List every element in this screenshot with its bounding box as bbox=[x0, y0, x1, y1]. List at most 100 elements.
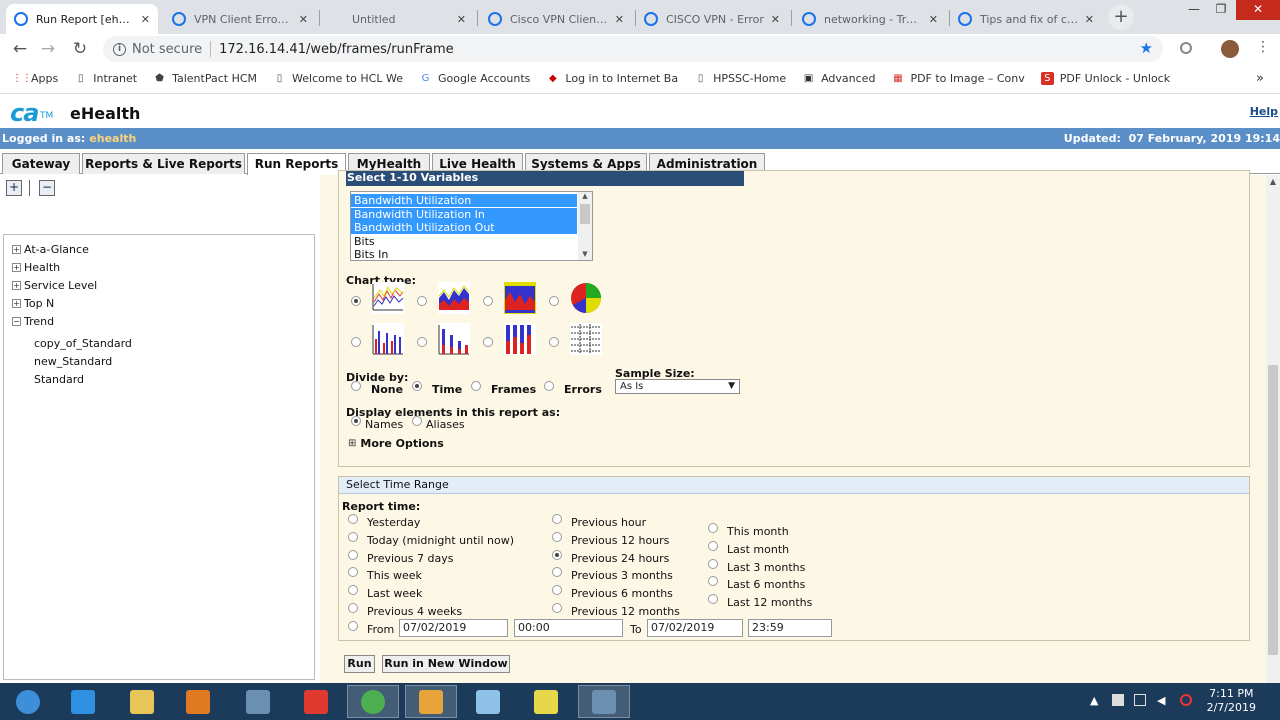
extension-icon[interactable] bbox=[1180, 42, 1192, 54]
variable-option[interactable]: Bits bbox=[351, 235, 577, 248]
taskbar-button[interactable] bbox=[116, 685, 168, 718]
collapse-icon[interactable]: − bbox=[12, 317, 21, 326]
app-tab[interactable]: Gateway bbox=[2, 153, 80, 174]
minimize-button[interactable]: — bbox=[1180, 0, 1208, 20]
chart-type-radio[interactable] bbox=[483, 337, 493, 347]
menu-icon[interactable]: ⋮ bbox=[1256, 39, 1270, 55]
display-as-radio[interactable] bbox=[412, 416, 422, 426]
time-range-radio[interactable] bbox=[348, 531, 358, 542]
taskbar-button[interactable] bbox=[290, 685, 342, 718]
column-chart-icon[interactable] bbox=[504, 323, 536, 355]
chart-type-radio[interactable] bbox=[483, 296, 493, 306]
system-clock[interactable]: 7:11 PM 2/7/2019 bbox=[1207, 687, 1256, 715]
sample-size-select[interactable]: As Is ▼ bbox=[615, 379, 740, 394]
time-range-radio[interactable] bbox=[552, 514, 562, 524]
expand-icon[interactable]: + bbox=[12, 281, 21, 290]
divide-by-radio[interactable] bbox=[412, 381, 422, 391]
divide-by-radio[interactable] bbox=[471, 381, 481, 391]
power-icon[interactable] bbox=[1180, 694, 1192, 706]
taskbar-button[interactable] bbox=[2, 685, 54, 718]
tree-node[interactable]: − Trend bbox=[12, 315, 54, 328]
time-range-radio[interactable] bbox=[552, 585, 562, 596]
maximize-button[interactable]: ❐ bbox=[1207, 0, 1235, 20]
tree-node[interactable]: + At-a-Glance bbox=[12, 243, 89, 256]
pie-chart-icon[interactable] bbox=[570, 282, 602, 314]
scroll-up-icon[interactable]: ▲ bbox=[578, 192, 592, 200]
expand-icon[interactable]: + bbox=[12, 245, 21, 254]
tab-close-icon[interactable]: ✕ bbox=[1085, 13, 1094, 26]
bookmark-item[interactable]: ▦ PDF to Image – Conv bbox=[891, 72, 1025, 85]
action-center-icon[interactable] bbox=[1112, 694, 1124, 706]
bar-chart-icon[interactable] bbox=[372, 323, 404, 355]
url-text[interactable]: 172.16.14.41/web/frames/runFrame bbox=[219, 42, 454, 57]
taskbar-button[interactable] bbox=[520, 685, 572, 718]
tree-leaf[interactable]: Standard bbox=[34, 373, 84, 386]
tree-leaf[interactable]: new_Standard bbox=[34, 355, 112, 368]
time-range-radio[interactable] bbox=[348, 514, 358, 524]
tab-close-icon[interactable]: ✕ bbox=[929, 13, 938, 26]
bookmark-star-icon[interactable]: ★ bbox=[1140, 39, 1153, 57]
reload-button[interactable]: ↻ bbox=[70, 39, 90, 59]
bookmark-item[interactable]: S PDF Unlock - Unlock bbox=[1040, 72, 1170, 85]
variable-option[interactable]: Bandwidth Utilization In bbox=[351, 207, 577, 221]
bookmark-item[interactable]: ▯ Intranet bbox=[74, 72, 137, 85]
time-range-radio[interactable] bbox=[552, 531, 562, 542]
time-range-radio[interactable] bbox=[552, 567, 562, 578]
time-range-radio[interactable] bbox=[552, 603, 562, 613]
tab-close-icon[interactable]: ✕ bbox=[457, 13, 466, 26]
from-date-input[interactable]: 07/02/2019 bbox=[399, 619, 508, 637]
time-range-radio[interactable] bbox=[348, 567, 358, 578]
expand-icon[interactable]: + bbox=[12, 299, 21, 308]
browser-tab[interactable]: Run Report [ehealth] ✕ bbox=[6, 4, 158, 34]
line-chart-icon[interactable] bbox=[372, 282, 404, 314]
chart-type-radio[interactable] bbox=[549, 337, 559, 347]
tray-overflow-icon[interactable]: ▲ bbox=[1090, 694, 1098, 707]
divide-by-radio[interactable] bbox=[544, 381, 554, 391]
page-scroll-up-icon[interactable]: ▲ bbox=[1266, 177, 1280, 186]
variables-scroll-thumb[interactable] bbox=[580, 204, 590, 224]
browser-tab[interactable]: networking - Troub ✕ bbox=[794, 4, 946, 34]
tree-node[interactable]: + Service Level bbox=[12, 279, 97, 292]
run-new-window-button[interactable]: Run in New Window bbox=[382, 655, 510, 673]
tree-node[interactable]: + Top N bbox=[12, 297, 54, 310]
taskbar-button[interactable] bbox=[172, 685, 224, 718]
taskbar-button[interactable] bbox=[578, 685, 630, 718]
display-as-radio[interactable] bbox=[351, 416, 361, 426]
tab-close-icon[interactable]: ✕ bbox=[299, 13, 308, 26]
custom-range-radio[interactable] bbox=[348, 621, 358, 631]
expand-icon[interactable]: + bbox=[12, 263, 21, 272]
bookmark-item[interactable]: ▯ Welcome to HCL We bbox=[273, 72, 403, 85]
time-range-radio[interactable] bbox=[552, 549, 562, 560]
time-range-radio[interactable] bbox=[348, 585, 358, 596]
time-range-radio[interactable] bbox=[348, 549, 358, 560]
chart-type-radio[interactable] bbox=[549, 296, 559, 306]
divide-by-radio[interactable] bbox=[351, 381, 361, 391]
time-range-radio[interactable] bbox=[708, 594, 718, 605]
time-range-radio[interactable] bbox=[708, 558, 718, 569]
tree-leaf[interactable]: copy_of_Standard bbox=[34, 337, 132, 350]
back-button[interactable]: ← bbox=[10, 39, 30, 59]
profile-avatar[interactable] bbox=[1221, 40, 1239, 58]
tab-close-icon[interactable]: ✕ bbox=[615, 13, 624, 26]
variable-option[interactable]: Bandwidth Utilization Out bbox=[351, 221, 577, 234]
chart-type-radio[interactable] bbox=[351, 337, 361, 347]
chart-type-radio[interactable] bbox=[417, 296, 427, 306]
table-chart-icon[interactable] bbox=[570, 323, 602, 355]
taskbar-button[interactable] bbox=[462, 685, 514, 718]
help-link[interactable]: Help bbox=[1250, 105, 1278, 118]
info-icon[interactable]: i bbox=[113, 42, 126, 56]
scroll-down-icon[interactable]: ▼ bbox=[578, 250, 592, 258]
run-button[interactable]: Run bbox=[344, 655, 375, 673]
new-tab-button[interactable]: + bbox=[1108, 4, 1134, 30]
bookmark-item[interactable]: G Google Accounts bbox=[419, 72, 531, 85]
browser-tab[interactable]: VPN Client Error : T ✕ bbox=[164, 4, 316, 34]
time-range-radio[interactable] bbox=[708, 576, 718, 587]
chart-type-radio[interactable] bbox=[417, 337, 427, 347]
taskbar-button[interactable] bbox=[347, 685, 399, 718]
browser-tab[interactable]: Tips and fix of com ✕ bbox=[950, 4, 1102, 34]
network-icon[interactable] bbox=[1134, 694, 1146, 706]
browser-tab[interactable]: Cisco VPN Client: R ✕ bbox=[480, 4, 632, 34]
bookmark-item[interactable]: ▣ Advanced bbox=[802, 72, 876, 85]
tab-close-icon[interactable]: ✕ bbox=[141, 13, 150, 26]
volume-icon[interactable]: ◀ bbox=[1157, 694, 1165, 707]
